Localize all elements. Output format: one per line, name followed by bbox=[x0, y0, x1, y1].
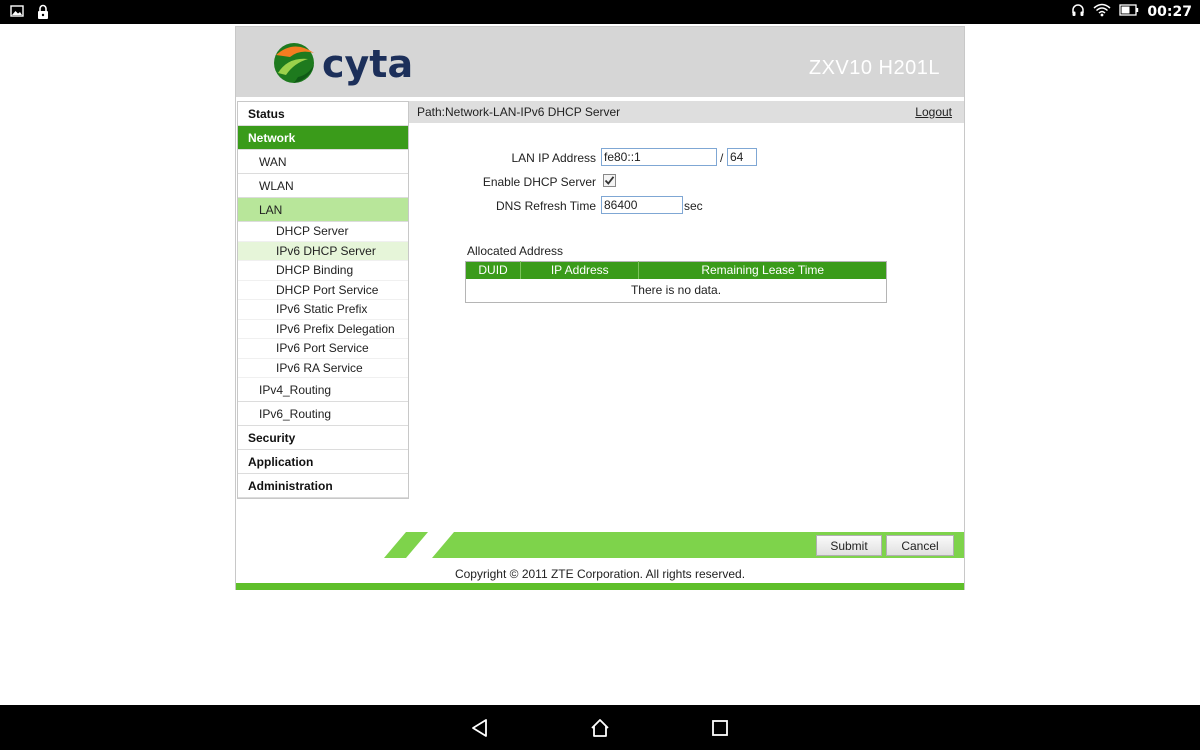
table-header-row: DUID IP Address Remaining Lease Time bbox=[465, 261, 887, 279]
copyright-text: Copyright © 2011 ZTE Corporation. All ri… bbox=[454, 567, 746, 581]
submit-button[interactable]: Submit bbox=[816, 535, 882, 556]
status-right-icons: 00:27 bbox=[1071, 3, 1192, 20]
back-button[interactable] bbox=[469, 717, 491, 739]
allocated-address-caption: Allocated Address bbox=[467, 244, 564, 258]
lan-ip-input[interactable] bbox=[601, 148, 717, 166]
sidebar-item-ipv4-routing[interactable]: IPv4_Routing bbox=[238, 378, 408, 402]
home-button[interactable] bbox=[589, 717, 611, 739]
battery-icon bbox=[1119, 4, 1139, 19]
status-bar: 00:27 bbox=[0, 0, 1200, 24]
prefix-separator: / bbox=[720, 151, 724, 165]
clock: 00:27 bbox=[1147, 3, 1192, 20]
sidebar-item-dhcp-server[interactable]: DHCP Server bbox=[238, 222, 408, 242]
prefix-length-input[interactable] bbox=[727, 148, 757, 166]
headphones-icon bbox=[1071, 3, 1085, 20]
sidebar-item-ipv6-routing[interactable]: IPv6_Routing bbox=[238, 402, 408, 426]
dns-refresh-input[interactable] bbox=[601, 196, 683, 214]
lan-ip-label: LAN IP Address bbox=[511, 151, 597, 165]
sidebar-item-ipv6-prefix-delegation[interactable]: IPv6 Prefix Delegation bbox=[238, 320, 408, 339]
breadcrumb-bar: Path:Network-LAN-IPv6 DHCP Server Logout bbox=[409, 101, 964, 123]
checkmark-icon bbox=[604, 176, 615, 185]
empty-table-message: There is no data. bbox=[630, 283, 722, 298]
enable-dhcp-checkbox[interactable] bbox=[603, 174, 616, 187]
router-page: cyta ZXV10 H201L Status Network WAN WLAN… bbox=[235, 26, 965, 590]
sidebar-item-application[interactable]: Application bbox=[238, 450, 408, 474]
column-header-remaining-lease: Remaining Lease Time bbox=[638, 261, 887, 279]
sidebar-item-wan[interactable]: WAN bbox=[238, 150, 408, 174]
column-header-duid: DUID bbox=[465, 261, 522, 279]
dns-refresh-label: DNS Refresh Time bbox=[495, 199, 596, 213]
table-row: There is no data. bbox=[466, 279, 887, 303]
home-icon bbox=[591, 719, 609, 737]
enable-dhcp-label: Enable DHCP Server bbox=[482, 175, 596, 189]
action-bar: Submit Cancel bbox=[384, 532, 964, 558]
sidebar-item-status[interactable]: Status bbox=[238, 102, 408, 126]
cancel-button[interactable]: Cancel bbox=[886, 535, 954, 556]
recent-apps-button[interactable] bbox=[709, 717, 731, 739]
header-banner: cyta ZXV10 H201L bbox=[236, 27, 964, 97]
android-nav-bar bbox=[0, 705, 1200, 750]
sidebar-item-lan[interactable]: LAN bbox=[238, 198, 408, 222]
main-content: Path:Network-LAN-IPv6 DHCP Server Logout… bbox=[409, 101, 964, 501]
sidebar-item-network[interactable]: Network bbox=[238, 126, 408, 150]
cyta-logo: cyta bbox=[274, 42, 413, 86]
sidebar-item-wlan[interactable]: WLAN bbox=[238, 174, 408, 198]
sidebar-nav: Status Network WAN WLAN LAN DHCP Server … bbox=[237, 101, 409, 499]
device-model: ZXV10 H201L bbox=[808, 57, 940, 79]
back-triangle-icon bbox=[472, 719, 487, 737]
allocated-address-table: DUID IP Address Remaining Lease Time The… bbox=[465, 261, 887, 303]
column-header-ip-address: IP Address bbox=[520, 261, 640, 279]
wifi-icon bbox=[1093, 3, 1111, 20]
breadcrumb: Path:Network-LAN-IPv6 DHCP Server bbox=[417, 105, 621, 119]
sidebar-item-administration[interactable]: Administration bbox=[238, 474, 408, 498]
sidebar-item-dhcp-binding[interactable]: DHCP Binding bbox=[238, 261, 408, 281]
sidebar-item-ipv6-ra-service[interactable]: IPv6 RA Service bbox=[238, 359, 408, 378]
sidebar-item-ipv6-port-service[interactable]: IPv6 Port Service bbox=[238, 339, 408, 359]
lock-icon bbox=[36, 4, 50, 23]
sidebar-item-ipv6-dhcp-server[interactable]: IPv6 DHCP Server bbox=[238, 241, 408, 261]
dns-refresh-unit: sec bbox=[684, 199, 703, 213]
bottom-stripe bbox=[236, 583, 964, 590]
sidebar-item-security[interactable]: Security bbox=[238, 426, 408, 450]
square-icon bbox=[712, 720, 728, 736]
sidebar-item-ipv6-static-prefix[interactable]: IPv6 Static Prefix bbox=[238, 300, 408, 320]
sidebar-item-dhcp-port-service[interactable]: DHCP Port Service bbox=[238, 281, 408, 300]
status-left-icons bbox=[10, 4, 50, 23]
logo-text: cyta bbox=[322, 42, 413, 86]
logout-link[interactable]: Logout bbox=[915, 105, 952, 119]
image-icon bbox=[10, 4, 24, 23]
